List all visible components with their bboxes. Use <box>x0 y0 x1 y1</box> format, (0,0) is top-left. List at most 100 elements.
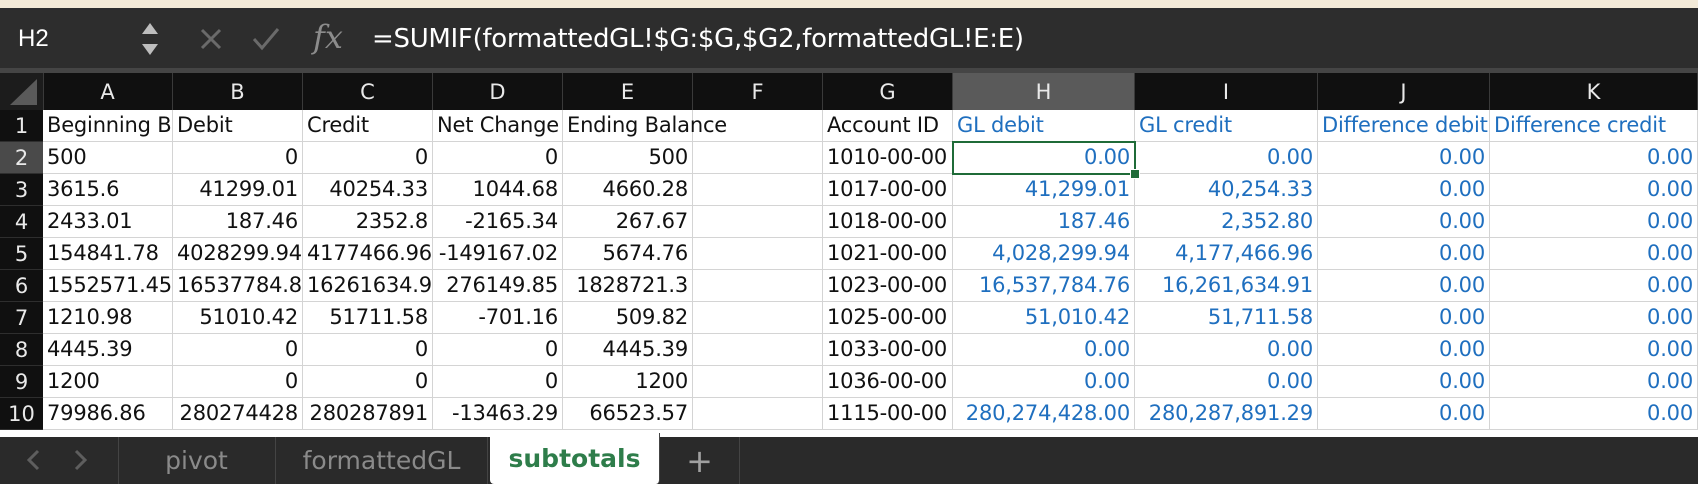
add-sheet-button[interactable]: + <box>660 437 740 484</box>
cell-a9[interactable]: 1200 <box>43 366 173 398</box>
cell-h1[interactable]: GL debit <box>953 110 1135 142</box>
cell-a3[interactable]: 3615.6 <box>43 174 173 206</box>
name-box[interactable]: H2 <box>0 8 175 68</box>
cell-i5[interactable]: 4,177,466.96 <box>1135 238 1318 270</box>
cell-b1[interactable]: Debit <box>173 110 303 142</box>
cell-e3[interactable]: 4660.28 <box>563 174 693 206</box>
cell-d1[interactable]: Net Change <box>433 110 563 142</box>
column-header-c[interactable]: C <box>303 73 433 110</box>
cell-g9[interactable]: 1036-00-00 <box>823 366 953 398</box>
cell-k7[interactable]: 0.00 <box>1490 302 1698 334</box>
cell-h6[interactable]: 16,537,784.76 <box>953 270 1135 302</box>
cell-a8[interactable]: 4445.39 <box>43 334 173 366</box>
cell-c9[interactable]: 0 <box>303 366 433 398</box>
cell-g5[interactable]: 1021-00-00 <box>823 238 953 270</box>
cell-h4[interactable]: 187.46 <box>953 206 1135 238</box>
cell-i9[interactable]: 0.00 <box>1135 366 1318 398</box>
cell-i2[interactable]: 0.00 <box>1135 142 1318 174</box>
row-header-4[interactable]: 4 <box>0 206 43 238</box>
cell-k4[interactable]: 0.00 <box>1490 206 1698 238</box>
cell-e8[interactable]: 4445.39 <box>563 334 693 366</box>
row-header-9[interactable]: 9 <box>0 366 43 398</box>
cell-c1[interactable]: Credit <box>303 110 433 142</box>
column-header-h[interactable]: H <box>953 73 1135 110</box>
column-header-f[interactable]: F <box>693 73 823 110</box>
cell-f3[interactable] <box>693 174 823 206</box>
cell-h10[interactable]: 280,274,428.00 <box>953 398 1135 430</box>
cell-b7[interactable]: 51010.42 <box>173 302 303 334</box>
cell-b4[interactable]: 187.46 <box>173 206 303 238</box>
sheet-tab-formattedgl[interactable]: formattedGL <box>276 437 488 484</box>
cell-j3[interactable]: 0.00 <box>1318 174 1490 206</box>
cell-j1[interactable]: Difference debit <box>1318 110 1490 142</box>
confirm-icon[interactable] <box>251 26 281 52</box>
cell-e1[interactable]: Ending Balance <box>563 110 727 142</box>
column-header-e[interactable]: E <box>563 73 693 110</box>
cell-e4[interactable]: 267.67 <box>563 206 693 238</box>
cell-j4[interactable]: 0.00 <box>1318 206 1490 238</box>
cell-k3[interactable]: 0.00 <box>1490 174 1698 206</box>
cancel-icon[interactable] <box>199 27 223 51</box>
cell-e7[interactable]: 509.82 <box>563 302 693 334</box>
cell-f4[interactable] <box>693 206 823 238</box>
cell-d10[interactable]: -13463.29 <box>433 398 563 430</box>
cell-d4[interactable]: -2165.34 <box>433 206 563 238</box>
cell-d5[interactable]: -149167.02 <box>433 238 563 270</box>
row-header-2[interactable]: 2 <box>0 142 43 174</box>
column-header-a[interactable]: A <box>43 73 173 110</box>
cell-b8[interactable]: 0 <box>173 334 303 366</box>
cell-a6[interactable]: 1552571.45 <box>43 270 173 302</box>
cell-a2[interactable]: 500 <box>43 142 173 174</box>
cell-c6[interactable]: 16261634.9 <box>303 270 433 302</box>
cell-j10[interactable]: 0.00 <box>1318 398 1490 430</box>
row-header-8[interactable]: 8 <box>0 334 43 366</box>
cell-g3[interactable]: 1017-00-00 <box>823 174 953 206</box>
row-header-5[interactable]: 5 <box>0 238 43 270</box>
cell-a1[interactable]: Beginning Ba <box>43 110 173 142</box>
cell-a7[interactable]: 1210.98 <box>43 302 173 334</box>
cell-g7[interactable]: 1025-00-00 <box>823 302 953 334</box>
column-header-d[interactable]: D <box>433 73 563 110</box>
cell-e10[interactable]: 66523.57 <box>563 398 693 430</box>
cell-d2[interactable]: 0 <box>433 142 563 174</box>
cell-c5[interactable]: 4177466.96 <box>303 238 433 270</box>
cell-h5[interactable]: 4,028,299.94 <box>953 238 1135 270</box>
cell-h2[interactable]: 0.00 <box>953 142 1135 174</box>
spreadsheet-grid[interactable]: ABCDEFGHIJK 1 Beginning Ba Debit Credit Net … <box>0 73 1698 437</box>
cell-k10[interactable]: 0.00 <box>1490 398 1698 430</box>
cell-f9[interactable] <box>693 366 823 398</box>
cell-e2[interactable]: 500 <box>563 142 693 174</box>
cell-h9[interactable]: 0.00 <box>953 366 1135 398</box>
cell-d6[interactable]: 276149.85 <box>433 270 563 302</box>
cell-b6[interactable]: 16537784.8 <box>173 270 303 302</box>
cell-i8[interactable]: 0.00 <box>1135 334 1318 366</box>
sheet-tab-subtotals[interactable]: subtotals <box>490 433 660 484</box>
cell-a5[interactable]: 154841.78 <box>43 238 173 270</box>
cell-b3[interactable]: 41299.01 <box>173 174 303 206</box>
cell-i1[interactable]: GL credit <box>1135 110 1318 142</box>
cell-i10[interactable]: 280,287,891.29 <box>1135 398 1318 430</box>
cell-a4[interactable]: 2433.01 <box>43 206 173 238</box>
cell-c7[interactable]: 51711.58 <box>303 302 433 334</box>
cell-d3[interactable]: 1044.68 <box>433 174 563 206</box>
cell-k6[interactable]: 0.00 <box>1490 270 1698 302</box>
column-header-j[interactable]: J <box>1318 73 1490 110</box>
cell-c10[interactable]: 280287891 <box>303 398 433 430</box>
cell-k2[interactable]: 0.00 <box>1490 142 1698 174</box>
cell-i6[interactable]: 16,261,634.91 <box>1135 270 1318 302</box>
cell-e5[interactable]: 5674.76 <box>563 238 693 270</box>
row-header-7[interactable]: 7 <box>0 302 43 334</box>
cell-c4[interactable]: 2352.8 <box>303 206 433 238</box>
cell-e9[interactable]: 1200 <box>563 366 693 398</box>
cell-j8[interactable]: 0.00 <box>1318 334 1490 366</box>
cell-b10[interactable]: 280274428 <box>173 398 303 430</box>
cell-c8[interactable]: 0 <box>303 334 433 366</box>
cell-j6[interactable]: 0.00 <box>1318 270 1490 302</box>
cell-f5[interactable] <box>693 238 823 270</box>
cell-f6[interactable] <box>693 270 823 302</box>
fill-handle[interactable] <box>1130 169 1140 179</box>
cell-g8[interactable]: 1033-00-00 <box>823 334 953 366</box>
column-header-g[interactable]: G <box>823 73 953 110</box>
next-sheet-arrow-icon[interactable] <box>72 449 88 471</box>
cell-h8[interactable]: 0.00 <box>953 334 1135 366</box>
